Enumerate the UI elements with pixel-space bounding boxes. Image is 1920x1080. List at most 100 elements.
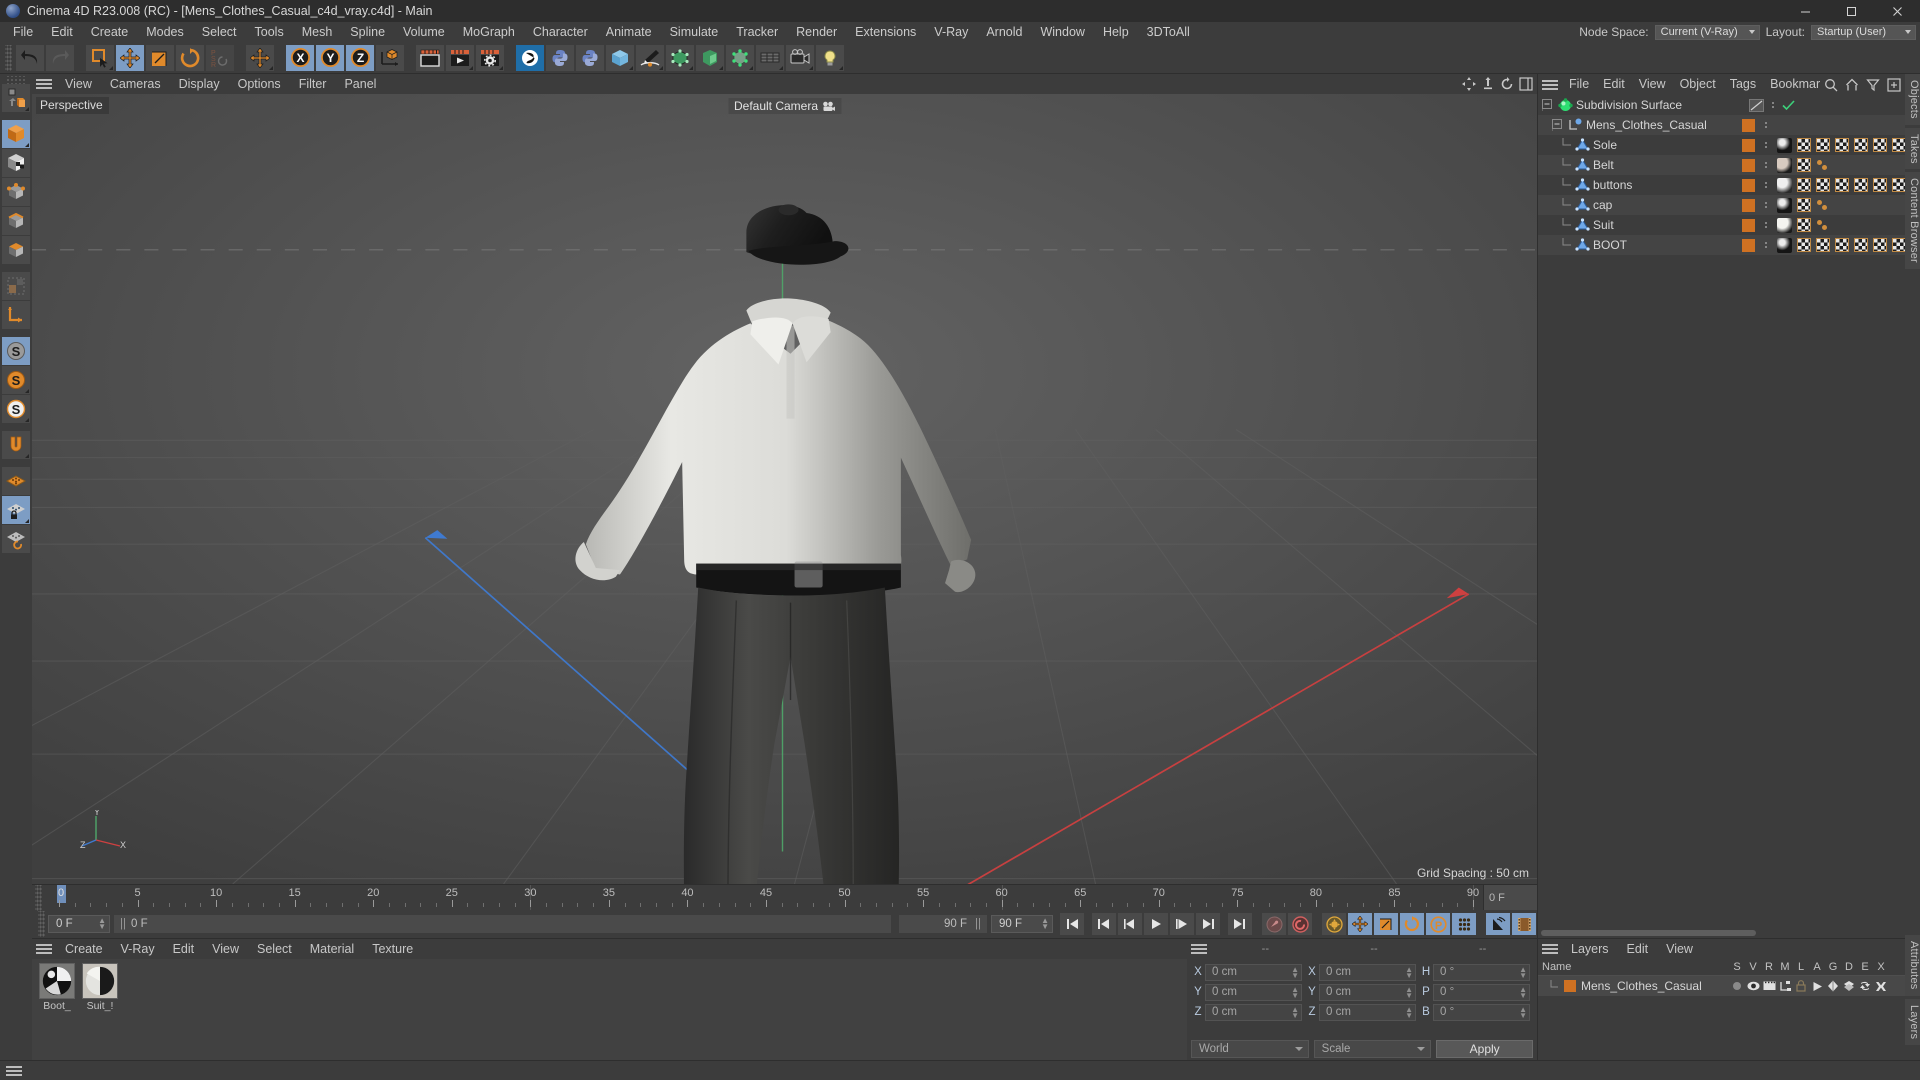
viewport-menu-display[interactable]: Display <box>170 74 229 94</box>
object-row-subdivision-surface[interactable]: Subdivision Surface <box>1538 95 1905 115</box>
cube-primitive-button[interactable] <box>605 43 635 72</box>
tab-content-browser[interactable]: Content Browser <box>1905 172 1920 270</box>
layer-row[interactable]: Mens_Clothes_Casual <box>1538 976 1905 996</box>
layer-color-swatch[interactable] <box>1742 118 1755 132</box>
uv-mode-button[interactable] <box>2 272 30 300</box>
pen-spline-button[interactable] <box>635 43 665 72</box>
selection-tag-icon[interactable] <box>1816 199 1829 212</box>
material-tag-icon[interactable] <box>1777 157 1792 173</box>
menu-simulate[interactable]: Simulate <box>661 22 728 42</box>
pos-z-field[interactable]: 0 cm ▲ ▼ <box>1205 1003 1302 1021</box>
tab-objects[interactable]: Objects <box>1905 74 1920 125</box>
menu-edit[interactable]: Edit <box>42 22 82 42</box>
viewport-menu-panel[interactable]: Panel <box>335 74 385 94</box>
material-tag-icon[interactable] <box>1777 237 1792 253</box>
world-object-axis-button[interactable] <box>245 43 275 72</box>
polygons-mode-button[interactable] <box>2 236 30 264</box>
texture-tag-icon[interactable] <box>1797 218 1811 232</box>
visibility-dots-icon[interactable] <box>1760 142 1772 148</box>
texture-tag-icon[interactable] <box>1873 138 1887 152</box>
viewport-camera-label[interactable]: Default Camera <box>727 98 842 114</box>
layer-color-swatch[interactable] <box>1742 218 1755 232</box>
texture-tag-icon[interactable] <box>1797 198 1811 212</box>
object-hamburger-icon[interactable] <box>1542 78 1558 92</box>
menu-spline[interactable]: Spline <box>341 22 394 42</box>
visibility-dots-icon[interactable] <box>1760 242 1772 248</box>
object-row-boot[interactable]: BOOT <box>1538 235 1905 255</box>
spinner-icon[interactable]: ▲ ▼ <box>1519 985 1527 999</box>
menu-help[interactable]: Help <box>1094 22 1138 42</box>
spinner-icon[interactable]: ▲ ▼ <box>1405 965 1413 979</box>
viewport-menu-view[interactable]: View <box>56 74 101 94</box>
layer-color-swatch[interactable] <box>1742 238 1755 252</box>
keyframe-selection-button[interactable] <box>1321 912 1347 936</box>
timeline-grip[interactable] <box>35 885 42 911</box>
material-tag-icon[interactable] <box>1777 197 1792 213</box>
menu-mesh[interactable]: Mesh <box>293 22 342 42</box>
go-to-previous-frame-button[interactable] <box>1117 912 1143 936</box>
size-x-field[interactable]: 0 cm ▲ ▼ <box>1319 963 1416 981</box>
object-menu-edit[interactable]: Edit <box>1596 74 1632 95</box>
array-button[interactable] <box>695 43 725 72</box>
visibility-dots-icon[interactable] <box>1760 182 1772 188</box>
menu-tracker[interactable]: Tracker <box>727 22 787 42</box>
texture-mode-button[interactable] <box>2 149 30 177</box>
node-space-select[interactable]: Current (V-Ray) <box>1654 24 1760 40</box>
layer-manager-icon[interactable] <box>1777 980 1793 992</box>
scrollbar-thumb[interactable] <box>1541 930 1756 936</box>
magnet-button[interactable] <box>2 431 30 459</box>
enable-snap-button[interactable]: S <box>2 337 30 365</box>
timeline-ruler[interactable]: 0 5 10 15 20 25 30 35 40 45 50 55 60 65 70 75 80 85 90 0 F <box>32 884 1537 911</box>
axis-mode-button[interactable] <box>2 301 30 329</box>
level-of-detail-button[interactable] <box>1485 912 1511 936</box>
object-row-mens-clothes-casual[interactable]: Mens_Clothes_Casual <box>1538 115 1905 135</box>
spinner-icon[interactable]: ▲ ▼ <box>1291 985 1299 999</box>
render-settings-button[interactable] <box>475 43 505 72</box>
quantize-button[interactable]: S <box>2 395 30 423</box>
texture-tag-icon[interactable] <box>1873 238 1887 252</box>
layer-expression-icon[interactable] <box>1857 980 1873 992</box>
model-mode-button[interactable] <box>2 120 30 148</box>
material-menu-select[interactable]: Select <box>248 939 301 959</box>
object-tree[interactable]: Subdivision Surface Mens_Clothes_Casual … <box>1538 95 1905 928</box>
texture-tag-icon[interactable] <box>1797 178 1811 192</box>
enabled-check-icon[interactable] <box>1782 99 1795 111</box>
spinner-icon[interactable]: ▲ ▼ <box>1041 917 1049 931</box>
layer-color-swatch[interactable] <box>1564 980 1576 992</box>
material-menu-vray[interactable]: V-Ray <box>112 939 164 959</box>
visibility-dots-icon[interactable] <box>1760 222 1772 228</box>
minimize-button[interactable] <box>1782 0 1828 22</box>
object-menu-tags[interactable]: Tags <box>1723 74 1763 95</box>
visibility-dots-icon[interactable] <box>1760 162 1772 168</box>
layer-menu-view[interactable]: View <box>1657 939 1702 959</box>
light-button[interactable] <box>815 43 845 72</box>
lock-z-axis-button[interactable]: Z <box>345 43 375 72</box>
layer-render-icon[interactable] <box>1761 981 1777 991</box>
menu-animate[interactable]: Animate <box>597 22 661 42</box>
planar-workplane-button[interactable] <box>2 525 30 553</box>
layer-deformer-icon[interactable] <box>1841 980 1857 992</box>
coordinate-mode-select[interactable]: Scale <box>1313 1040 1432 1058</box>
render-to-picture-viewer-button[interactable] <box>445 43 475 72</box>
coordinate-hamburger-icon[interactable] <box>1191 942 1207 956</box>
lock-workplane-button[interactable] <box>2 496 30 524</box>
redo-button[interactable] <box>45 43 75 72</box>
layer-color-swatch[interactable] <box>1742 178 1755 192</box>
scale-tool-button[interactable] <box>145 43 175 72</box>
preview-range-end[interactable]: 90 F || <box>899 915 987 933</box>
object-row-buttons[interactable]: buttons <box>1538 175 1905 195</box>
lock-x-axis-button[interactable]: X <box>285 43 315 72</box>
layer-color-swatch[interactable] <box>1742 198 1755 212</box>
texture-tag-icon[interactable] <box>1797 138 1811 152</box>
layer-menu-edit[interactable]: Edit <box>1618 939 1658 959</box>
menu-extensions[interactable]: Extensions <box>846 22 925 42</box>
object-manager-scrollbar[interactable] <box>1538 928 1905 938</box>
timeline-preview-button[interactable] <box>1511 912 1537 936</box>
play-button[interactable] <box>1143 912 1169 936</box>
object-menu-view[interactable]: View <box>1632 74 1673 95</box>
undo-button[interactable] <box>15 43 45 72</box>
layer-animation-icon[interactable] <box>1809 981 1825 992</box>
go-to-start-button[interactable] <box>1059 912 1085 936</box>
menu-create[interactable]: Create <box>82 22 138 42</box>
scale-key-button[interactable] <box>1373 912 1399 936</box>
